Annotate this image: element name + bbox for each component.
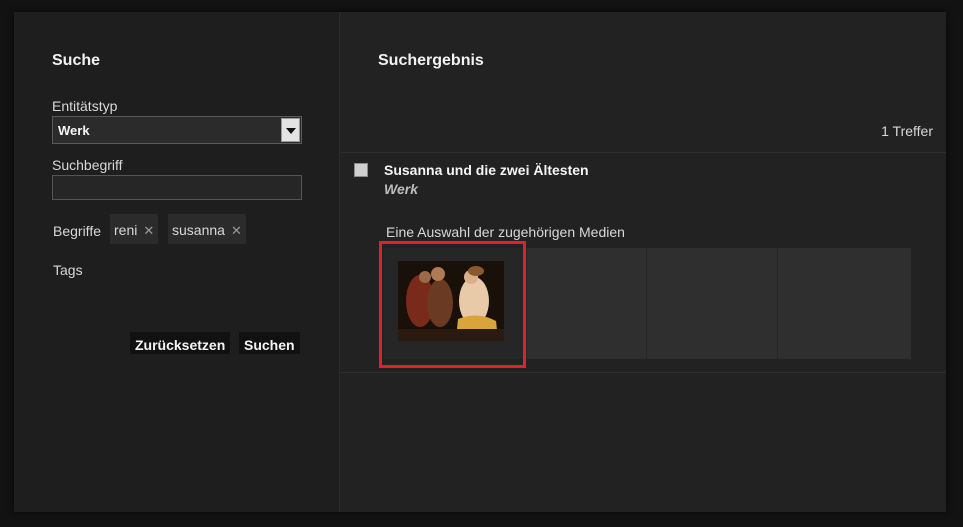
- results-count: 1 Treffer: [881, 123, 933, 139]
- entity-type-value: Werk: [58, 123, 90, 138]
- media-caption: Eine Auswahl der zugehörigen Medien: [386, 224, 625, 240]
- reset-button[interactable]: Zurücksetzen: [130, 332, 231, 354]
- divider: [341, 152, 946, 153]
- media-item[interactable]: [778, 248, 911, 359]
- term-chip-susanna: susanna ✕: [168, 214, 246, 244]
- entity-type-select[interactable]: Werk: [52, 116, 302, 144]
- results-heading: Suchergebnis: [378, 52, 484, 69]
- search-button[interactable]: Suchen: [239, 332, 300, 354]
- close-icon[interactable]: ✕: [143, 223, 154, 238]
- highlight-box: [379, 241, 526, 368]
- search-window: Suche Entitätstyp Werk Suchbegriff Begri…: [14, 12, 946, 512]
- media-item[interactable]: [527, 248, 647, 359]
- tags-label: Tags: [53, 262, 83, 278]
- chevron-down-icon[interactable]: [281, 118, 300, 142]
- search-panel: Suche Entitätstyp Werk Suchbegriff Begri…: [14, 12, 340, 512]
- results-panel: Suchergebnis 1 Treffer Susanna und die z…: [341, 12, 946, 512]
- result-type: Werk: [384, 181, 418, 197]
- term-chip-label: susanna: [172, 222, 225, 238]
- term-chip-reni: reni ✕: [110, 214, 159, 244]
- terms-label: Begriffe: [53, 223, 101, 239]
- result-title[interactable]: Susanna und die zwei Ältesten: [384, 162, 589, 178]
- divider: [341, 372, 946, 373]
- media-item[interactable]: [647, 248, 778, 359]
- close-icon[interactable]: ✕: [231, 223, 242, 238]
- search-term-input[interactable]: [52, 175, 302, 200]
- search-heading: Suche: [52, 52, 101, 69]
- result-select-checkbox[interactable]: [354, 163, 368, 177]
- term-chip-label: reni: [114, 222, 138, 238]
- entity-type-label: Entitätstyp: [52, 98, 118, 114]
- search-term-label: Suchbegriff: [52, 157, 123, 173]
